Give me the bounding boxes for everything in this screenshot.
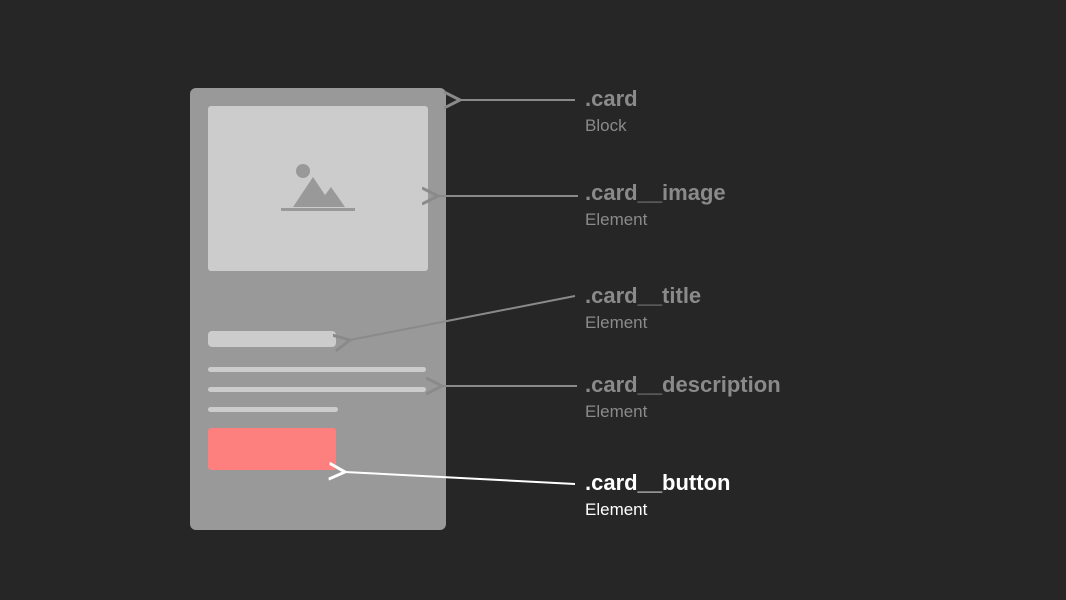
annotation-class-name: .card__button [585, 470, 730, 496]
card-title-element [208, 331, 336, 347]
annotation-card: .card Block [585, 86, 638, 136]
annotation-type: Element [585, 313, 701, 333]
annotation-image: .card__image Element [585, 180, 726, 230]
annotation-title: .card__title Element [585, 283, 701, 333]
arrow-to-card [450, 90, 580, 120]
desc-line [208, 387, 426, 392]
annotation-class-name: .card [585, 86, 638, 112]
annotation-type: Element [585, 500, 730, 520]
annotation-class-name: .card__title [585, 283, 701, 309]
desc-line [208, 367, 426, 372]
annotation-description: .card__description Element [585, 372, 781, 422]
card-description-element [208, 367, 428, 412]
annotation-class-name: .card__description [585, 372, 781, 398]
card-block [190, 88, 446, 530]
card-button-element [208, 428, 336, 470]
card-image-element [208, 106, 428, 271]
annotation-type: Element [585, 402, 781, 422]
annotation-button: .card__button Element [585, 470, 730, 520]
annotation-type: Element [585, 210, 726, 230]
annotation-class-name: .card__image [585, 180, 726, 206]
annotation-type: Block [585, 116, 638, 136]
desc-line [208, 407, 338, 412]
arrow-to-image [428, 186, 588, 206]
arrow-to-description [432, 376, 587, 396]
image-placeholder-icon [273, 159, 363, 219]
